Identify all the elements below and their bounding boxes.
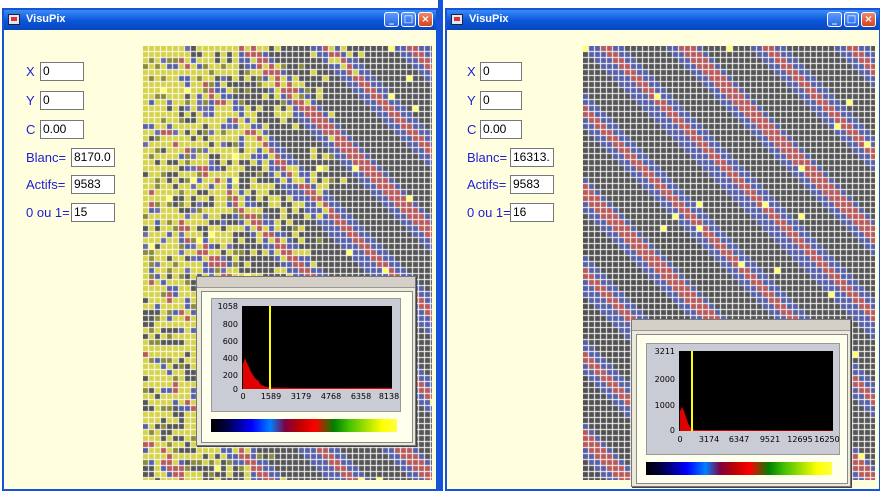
y-tick-label: 1000 <box>654 401 675 410</box>
x-tick-label: 6347 <box>728 435 750 444</box>
window-separator <box>438 0 443 491</box>
histogram-frame: 3211 2000 1000 0 0 3174 6347 9521 12695 … <box>646 343 840 455</box>
x-tick-label: 4768 <box>320 392 342 401</box>
c-label: C <box>467 122 477 137</box>
x-label: X <box>467 64 476 79</box>
zero-or-one-field[interactable]: 16 <box>510 203 554 222</box>
blanc-field[interactable]: 16313. <box>510 148 554 167</box>
histogram-title-bar[interactable] <box>632 320 850 331</box>
title-bar[interactable]: VisuPix _ □ × <box>447 10 879 30</box>
histogram-plot <box>242 306 392 389</box>
zero-or-one-field[interactable]: 15 <box>71 203 115 222</box>
minimize-icon[interactable]: _ <box>827 12 842 27</box>
y-tick-label: 1058 <box>217 302 238 311</box>
visupix-app-icon[interactable] <box>8 14 20 25</box>
c-field[interactable]: 0.00 <box>40 120 84 139</box>
minimize-icon[interactable]: _ <box>384 12 399 27</box>
blanc-label: Blanc= <box>26 150 67 165</box>
blanc-label: Blanc= <box>467 150 508 165</box>
threshold-marker <box>691 351 693 431</box>
x-tick-label: 6358 <box>350 392 372 401</box>
actifs-label: Actifs= <box>467 177 507 192</box>
histogram-plot-svg <box>680 351 833 431</box>
y-tick-label: 3211 <box>654 347 675 356</box>
histogram-title-bar[interactable] <box>197 277 415 288</box>
histogram-window[interactable]: 3211 2000 1000 0 0 3174 6347 9521 12695 … <box>631 319 851 487</box>
color-scale-bar <box>211 419 397 432</box>
y-field[interactable]: 0 <box>480 91 522 110</box>
y-label: Y <box>26 93 35 108</box>
x-tick-label: 12695 <box>787 435 813 444</box>
visupix-window-left: VisuPix _ □ × X 0 Y 0 C 0.00 Blanc= 8170… <box>2 8 438 491</box>
window-title: VisuPix <box>26 13 66 25</box>
x-tick-label: 1589 <box>260 392 282 401</box>
zero-or-one-label: 0 ou 1= <box>467 205 511 220</box>
color-scale-bar <box>646 462 832 475</box>
x-tick-label: 3174 <box>698 435 720 444</box>
close-icon[interactable]: × <box>861 12 876 27</box>
x-tick-label: 0 <box>677 435 683 444</box>
maximize-icon[interactable]: □ <box>844 12 859 27</box>
actifs-label: Actifs= <box>26 177 66 192</box>
actifs-field[interactable]: 9583 <box>510 175 554 194</box>
x-tick-label: 0 <box>240 392 246 401</box>
zero-or-one-label: 0 ou 1= <box>26 205 70 220</box>
histogram-panel: 1058 800 600 400 200 0 0 1589 3179 4768 … <box>201 291 413 443</box>
y-tick-label: 600 <box>222 337 238 346</box>
y-label: Y <box>467 93 476 108</box>
y-field[interactable]: 0 <box>40 91 84 110</box>
y-tick-label: 800 <box>222 320 238 329</box>
actifs-field[interactable]: 9583 <box>71 175 115 194</box>
y-tick-label: 0 <box>669 426 675 435</box>
x-tick-label: 3179 <box>290 392 312 401</box>
histogram-plot <box>679 351 833 431</box>
title-bar[interactable]: VisuPix _ □ × <box>4 10 436 30</box>
histogram-frame: 1058 800 600 400 200 0 0 1589 3179 4768 … <box>211 298 401 412</box>
threshold-marker <box>269 306 271 389</box>
y-tick-label: 0 <box>232 385 238 394</box>
x-field[interactable]: 0 <box>480 62 522 81</box>
histogram-plot-svg <box>243 306 392 389</box>
histogram-bars <box>680 407 833 431</box>
window-title: VisuPix <box>469 13 509 25</box>
y-tick-label: 200 <box>222 371 238 380</box>
histogram-bars <box>243 358 392 389</box>
c-field[interactable]: 0.00 <box>480 120 522 139</box>
x-tick-label: 9521 <box>759 435 781 444</box>
histogram-window[interactable]: 1058 800 600 400 200 0 0 1589 3179 4768 … <box>196 276 416 446</box>
x-field[interactable]: 0 <box>40 62 84 81</box>
histogram-panel: 3211 2000 1000 0 0 3174 6347 9521 12695 … <box>636 334 848 484</box>
x-tick-label: 8138 <box>378 392 400 401</box>
y-tick-label: 2000 <box>654 375 675 384</box>
close-icon[interactable]: × <box>418 12 433 27</box>
maximize-icon[interactable]: □ <box>401 12 416 27</box>
visupix-app-icon[interactable] <box>451 14 463 25</box>
blanc-field[interactable]: 8170.0 <box>71 148 115 167</box>
y-tick-label: 400 <box>222 354 238 363</box>
x-label: X <box>26 64 35 79</box>
visupix-window-right: VisuPix _ □ × X 0 Y 0 C 0.00 Blanc= 1631… <box>445 8 880 491</box>
x-tick-label: 16250 <box>814 435 840 444</box>
c-label: C <box>26 122 36 137</box>
